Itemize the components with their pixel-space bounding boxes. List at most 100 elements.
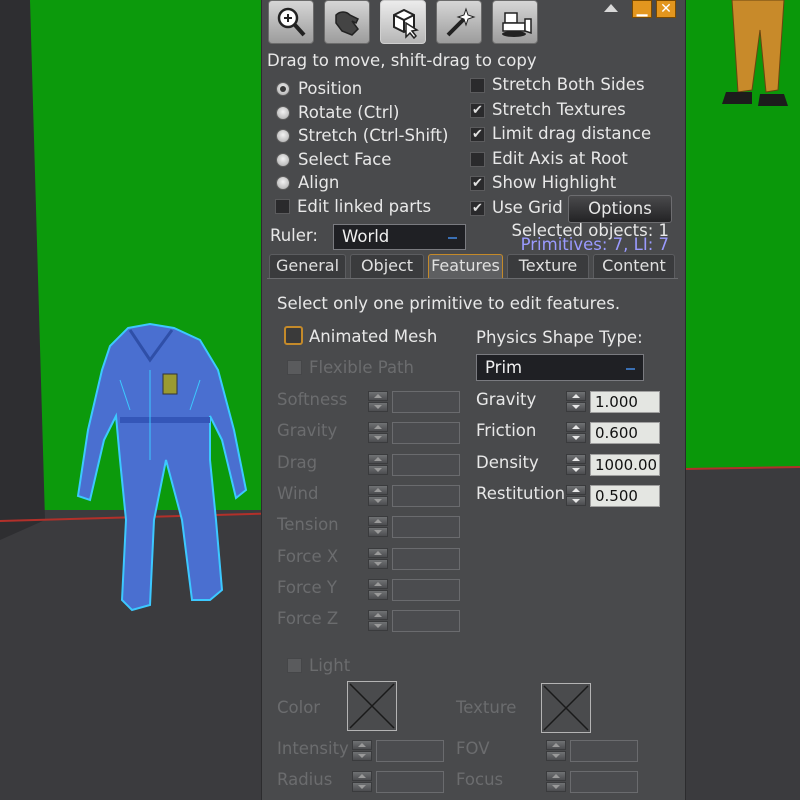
radius-field[interactable] [376,771,444,793]
intensity-field[interactable] [376,740,444,762]
flex-param-field-7[interactable] [392,610,460,633]
physics-param-label-0: Gravity [476,390,537,409]
physics-shape-dropdown[interactable]: Prim [476,354,644,381]
animated-mesh-checkbox[interactable] [284,326,303,345]
light-label: Light [309,656,351,675]
flex-param-spinner-2[interactable] [368,453,388,476]
flex-param-field-2[interactable] [392,453,460,476]
zoom-tool-button[interactable] [268,0,314,44]
tab-texture[interactable]: Texture [507,254,589,278]
tab-divider [267,278,678,279]
physics-param-spinner-0[interactable] [566,391,586,413]
focus-field[interactable] [570,771,638,793]
cube-cursor-icon [393,8,419,39]
fov-label: FOV [456,739,490,758]
edit-linked-label: Edit linked parts [297,197,432,216]
flex-param-spinner-6[interactable] [368,578,388,601]
minimize-button[interactable]: ▁ [632,0,652,18]
ruler-dropdown[interactable]: World [333,224,466,250]
radius-label: Radius [277,770,333,789]
option-checkbox-1[interactable]: ✔ [470,102,485,118]
mode-label-0: Position [298,79,363,98]
option-checkbox-5[interactable]: ✔ [470,201,485,216]
intensity-spinner[interactable] [352,740,372,762]
option-label-0: Stretch Both Sides [492,75,645,94]
collapse-arrow-icon[interactable] [604,4,618,12]
edit-linked-checkbox[interactable] [275,199,290,214]
mode-radio-0[interactable] [276,82,290,96]
flex-param-label-2: Drag [277,452,318,472]
physics-param-spinner-1[interactable] [566,422,586,444]
mode-radio-3[interactable] [276,152,290,167]
flex-param-field-1[interactable] [392,422,460,445]
option-checkbox-2[interactable]: ✔ [470,127,485,143]
mode-radio-4[interactable] [276,176,290,191]
flex-param-spinner-4[interactable] [368,516,388,538]
flexible-path-checkbox[interactable] [287,360,302,375]
flex-param-label-7: Force Z [277,609,339,629]
build-tool-button[interactable] [380,0,426,44]
physics-param-field-2[interactable]: 1000.00 [590,453,660,476]
tab-content[interactable]: Content [593,254,675,278]
drag-hint-text: Drag to move, shift-drag to copy [267,51,537,70]
flex-param-field-6[interactable] [392,578,460,601]
dropdown-arrow-icon [626,367,635,370]
mode-label-3: Select Face [298,149,392,169]
magnifier-icon [277,7,306,37]
flex-param-spinner-5[interactable] [368,547,388,570]
physics-param-label-2: Density [476,452,539,472]
mode-radio-1[interactable] [276,105,290,120]
physics-param-field-0[interactable]: 1.000 [590,391,660,413]
fov-spinner[interactable] [546,740,566,762]
land-tool-button[interactable] [492,0,538,44]
light-color-swatch[interactable] [347,681,397,731]
flex-param-field-5[interactable] [392,547,460,570]
create-tool-button[interactable] [436,0,482,44]
tab-features[interactable]: Features [428,254,503,278]
flex-param-spinner-1[interactable] [368,422,388,444]
features-notice: Select only one primitive to edit featur… [277,294,621,313]
mode-radio-2[interactable] [276,129,290,144]
texture-label: Texture [456,698,517,717]
coverall-mesh-object[interactable] [50,320,250,620]
physics-param-field-3[interactable]: 0.500 [590,484,660,507]
option-checkbox-0[interactable] [470,78,485,93]
magic-wand-icon [446,7,476,37]
flex-param-spinner-7[interactable] [368,610,388,632]
option-label-3: Edit Axis at Root [492,148,628,168]
flexible-path-label: Flexible Path [309,358,414,377]
radius-spinner[interactable] [352,771,372,793]
mode-label-4: Align [298,173,340,193]
option-label-2: Limit drag distance [492,124,652,144]
light-checkbox[interactable] [287,658,302,673]
grab-tool-button[interactable] [324,0,370,44]
flex-param-field-4[interactable] [392,516,460,539]
tab-general[interactable]: General [269,254,346,278]
light-texture-swatch[interactable] [541,683,591,733]
focus-spinner[interactable] [546,771,566,793]
color-label: Color [277,698,321,717]
physics-param-label-1: Friction [476,421,537,441]
flex-param-label-5: Force X [277,546,339,566]
dropdown-arrow-icon [448,237,457,239]
intensity-label: Intensity [277,739,349,758]
option-checkbox-3[interactable] [470,151,485,167]
hand-icon [335,11,360,36]
flex-param-label-3: Wind [277,483,319,503]
avatar-legs[interactable] [712,0,800,110]
flex-param-field-0[interactable] [392,391,460,413]
physics-param-spinner-2[interactable] [566,453,586,476]
option-checkbox-4[interactable]: ✔ [470,176,485,192]
flex-param-spinner-0[interactable] [368,391,388,413]
physics-param-field-1[interactable]: 0.600 [590,422,660,445]
flex-param-label-0: Softness [277,390,348,409]
physics-param-spinner-3[interactable] [566,484,586,507]
close-button[interactable]: ✕ [656,0,676,18]
mode-label-1: Rotate (Ctrl) [298,102,400,122]
options-button[interactable]: Options [568,195,672,223]
fov-field[interactable] [570,740,638,762]
flex-param-spinner-3[interactable] [368,484,388,507]
ruler-value: World [342,227,390,246]
flex-param-field-3[interactable] [392,484,460,507]
tab-object[interactable]: Object [350,254,424,278]
